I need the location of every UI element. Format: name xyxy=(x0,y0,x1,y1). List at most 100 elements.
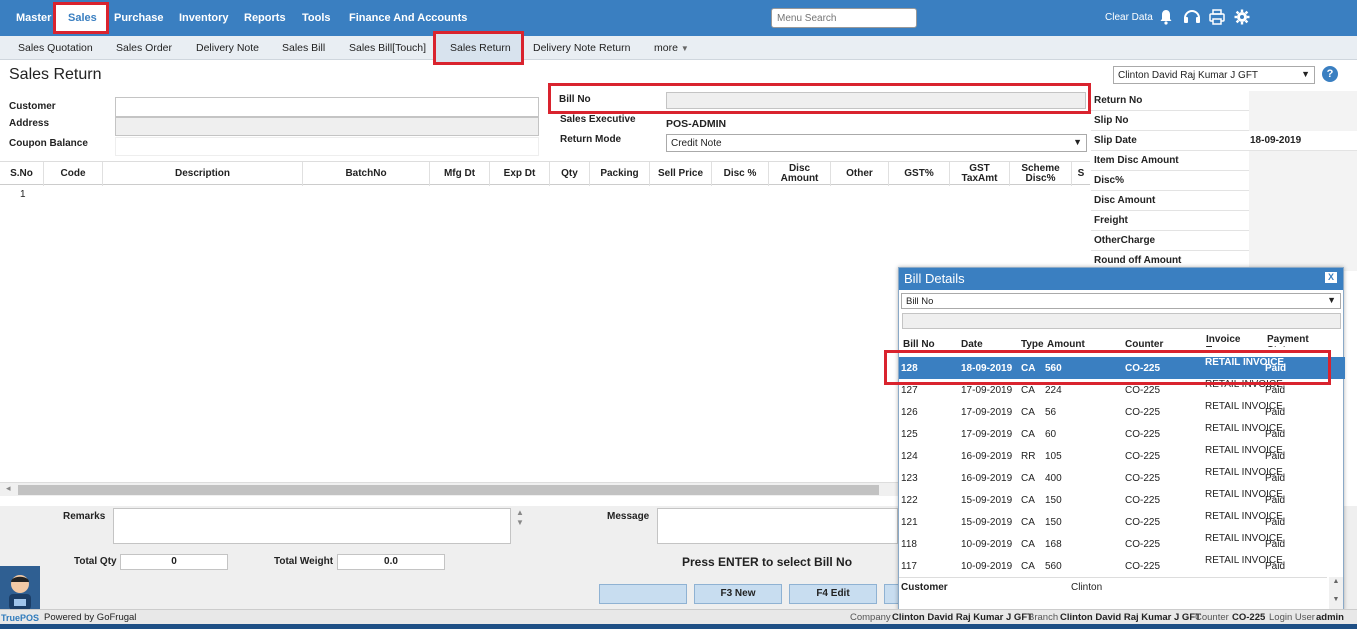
summary-cell xyxy=(1249,151,1357,171)
printer-icon[interactable] xyxy=(1209,9,1225,25)
avatar[interactable] xyxy=(0,566,40,610)
return-mode-select[interactable]: Credit Note ▼ xyxy=(666,134,1087,152)
bill-row-status: Paid xyxy=(1265,517,1286,528)
blank-button[interactable] xyxy=(599,584,687,604)
submenu-delivery-note-return[interactable]: Delivery Note Return xyxy=(533,42,630,54)
bill-row-date: 10-09-2019 xyxy=(961,539,1013,550)
bill-row-bill: 121 xyxy=(901,517,918,528)
col-packing: Packing xyxy=(590,162,650,186)
col-code: Code xyxy=(44,162,103,186)
help-icon[interactable]: ? xyxy=(1322,66,1338,82)
bill-row[interactable]: 117 10-09-2019 CA 560 CO-225 RETAIL INVOICE Pa… xyxy=(899,555,1345,577)
bill-row-bill: 123 xyxy=(901,473,918,484)
bill-no-input[interactable] xyxy=(666,92,1086,109)
f4-edit-button[interactable]: F4 Edit xyxy=(789,584,877,604)
grid-horizontal-scrollbar[interactable]: ◂ xyxy=(0,482,898,496)
summary-freight: Freight xyxy=(1091,211,1357,231)
col-sno: S.No xyxy=(0,162,44,186)
bill-row[interactable]: 118 10-09-2019 CA 168 CO-225 RETAIL INVOICE Pa… xyxy=(899,533,1345,555)
menu-finance[interactable]: Finance And Accounts xyxy=(349,12,467,24)
menu-tools[interactable]: Tools xyxy=(302,12,331,24)
total-qty-label: Total Qty xyxy=(74,556,117,567)
submenu-delivery-note[interactable]: Delivery Note xyxy=(196,42,259,54)
col-disc-pct: Disc % xyxy=(712,162,769,186)
menu-master[interactable]: Master xyxy=(16,12,51,24)
bill-row-counter: CO-225 xyxy=(1125,517,1161,528)
status-footer: TruePOS Powered by GoFrugal Company Clin… xyxy=(0,609,1357,624)
col-batchno: BatchNo xyxy=(303,162,430,186)
bill-no-label: Bill No xyxy=(559,94,591,105)
popup-col-date: Date xyxy=(961,339,983,350)
bill-row[interactable]: 123 16-09-2019 CA 400 CO-225 RETAIL INVOICE Pa… xyxy=(899,467,1345,489)
chevron-down-icon: ▼ xyxy=(1073,137,1082,147)
col-sell-price: Sell Price xyxy=(650,162,712,186)
remarks-spinner[interactable]: ▲ ▼ xyxy=(512,508,528,544)
bill-row-invoice: RETAIL INVOICE xyxy=(1205,423,1283,434)
menu-purchase[interactable]: Purchase xyxy=(114,12,164,24)
scrollbar-thumb[interactable] xyxy=(18,485,879,495)
menu-reports[interactable]: Reports xyxy=(244,12,286,24)
company-select[interactable]: Clinton David Raj Kumar J GFT ▼ xyxy=(1113,66,1315,84)
popup-scrollbar[interactable]: ▲ ▼ xyxy=(1329,577,1343,611)
gear-icon[interactable] xyxy=(1234,9,1250,25)
sub-navbar: Sales Quotation Sales Order Delivery Not… xyxy=(0,36,1357,60)
bill-row-counter: CO-225 xyxy=(1125,429,1161,440)
submenu-more[interactable]: more ▼ xyxy=(654,42,689,54)
bill-row-bill: 126 xyxy=(901,407,918,418)
bill-row-status: Paid xyxy=(1265,385,1286,396)
menu-sales-active[interactable]: Sales xyxy=(68,12,97,24)
col-gst-taxamt: GST TaxAmt xyxy=(950,162,1010,186)
login-user-value: admin xyxy=(1316,612,1344,623)
popup-search-input[interactable] xyxy=(902,313,1341,329)
bill-row[interactable]: 122 15-09-2019 CA 150 CO-225 RETAIL INVOICE Pa… xyxy=(899,489,1345,511)
customer-input[interactable] xyxy=(115,97,539,117)
summary-cell xyxy=(1249,211,1357,231)
sales-executive-value: POS-ADMIN xyxy=(666,118,727,130)
branch-label: Branch xyxy=(1028,612,1059,623)
bill-row-invoice: RETAIL INVOICE xyxy=(1205,555,1283,566)
message-textarea[interactable] xyxy=(657,508,898,544)
submenu-sales-order[interactable]: Sales Order xyxy=(116,42,172,54)
return-mode-value: Credit Note xyxy=(671,138,722,149)
bill-row-amount: 168 xyxy=(1045,539,1062,550)
bill-row-status: Paid xyxy=(1265,495,1286,506)
bill-row-bill: 118 xyxy=(901,539,917,550)
selected-bill-highlight xyxy=(884,350,1331,385)
col-scheme-disc: Scheme Disc% xyxy=(1010,162,1072,186)
submenu-sales-bill-touch[interactable]: Sales Bill[Touch] xyxy=(349,42,426,54)
press-enter-hint: Press ENTER to select Bill No xyxy=(682,555,853,569)
powered-by: Powered by GoFrugal xyxy=(44,612,137,623)
bill-row[interactable]: 124 16-09-2019 RR 105 CO-225 RETAIL INVOICE Pa… xyxy=(899,445,1345,467)
chevron-left-icon[interactable]: ◂ xyxy=(6,483,11,494)
close-icon[interactable]: X xyxy=(1325,272,1337,283)
submenu-sales-return[interactable]: Sales Return xyxy=(450,42,511,54)
submenu-sales-quotation[interactable]: Sales Quotation xyxy=(18,42,93,54)
bill-row-amount: 60 xyxy=(1045,429,1057,440)
bill-row-bill: 127 xyxy=(901,385,918,396)
bill-row-type: CA xyxy=(1021,407,1035,418)
f3-new-button[interactable]: F3 New xyxy=(694,584,782,604)
bell-icon[interactable] xyxy=(1159,9,1175,25)
popup-filter-select[interactable]: Bill No ▼ xyxy=(901,293,1341,309)
submenu-sales-bill[interactable]: Sales Bill xyxy=(282,42,325,54)
bill-row[interactable]: 125 17-09-2019 CA 60 CO-225 RETAIL INVOICE Pai… xyxy=(899,423,1345,445)
remarks-textarea[interactable] xyxy=(113,508,511,544)
total-weight-label: Total Weight xyxy=(274,556,334,567)
company-label: Company xyxy=(850,612,891,623)
menu-inventory[interactable]: Inventory xyxy=(179,12,229,24)
summary-label: Slip Date xyxy=(1094,135,1137,146)
bill-row-counter: CO-225 xyxy=(1125,539,1161,550)
bill-row-type: CA xyxy=(1021,517,1035,528)
summary-label: Disc% xyxy=(1094,175,1125,186)
bill-row-amount: 224 xyxy=(1045,385,1062,396)
bill-row-date: 10-09-2019 xyxy=(961,561,1013,572)
bill-row[interactable]: 126 17-09-2019 CA 56 CO-225 RETAIL INVOICE Pai… xyxy=(899,401,1345,423)
col-gst-pct: GST% xyxy=(889,162,950,186)
menu-search-input[interactable] xyxy=(771,8,917,28)
summary-label: Return No xyxy=(1094,95,1143,106)
popup-filter-value: Bill No xyxy=(906,296,934,307)
bill-row[interactable]: 121 15-09-2019 CA 150 CO-225 RETAIL INVOICE Pa… xyxy=(899,511,1345,533)
headset-icon[interactable] xyxy=(1183,9,1200,25)
bill-row-invoice: RETAIL INVOICE xyxy=(1205,511,1283,522)
clear-data-link[interactable]: Clear Data xyxy=(1105,12,1153,23)
